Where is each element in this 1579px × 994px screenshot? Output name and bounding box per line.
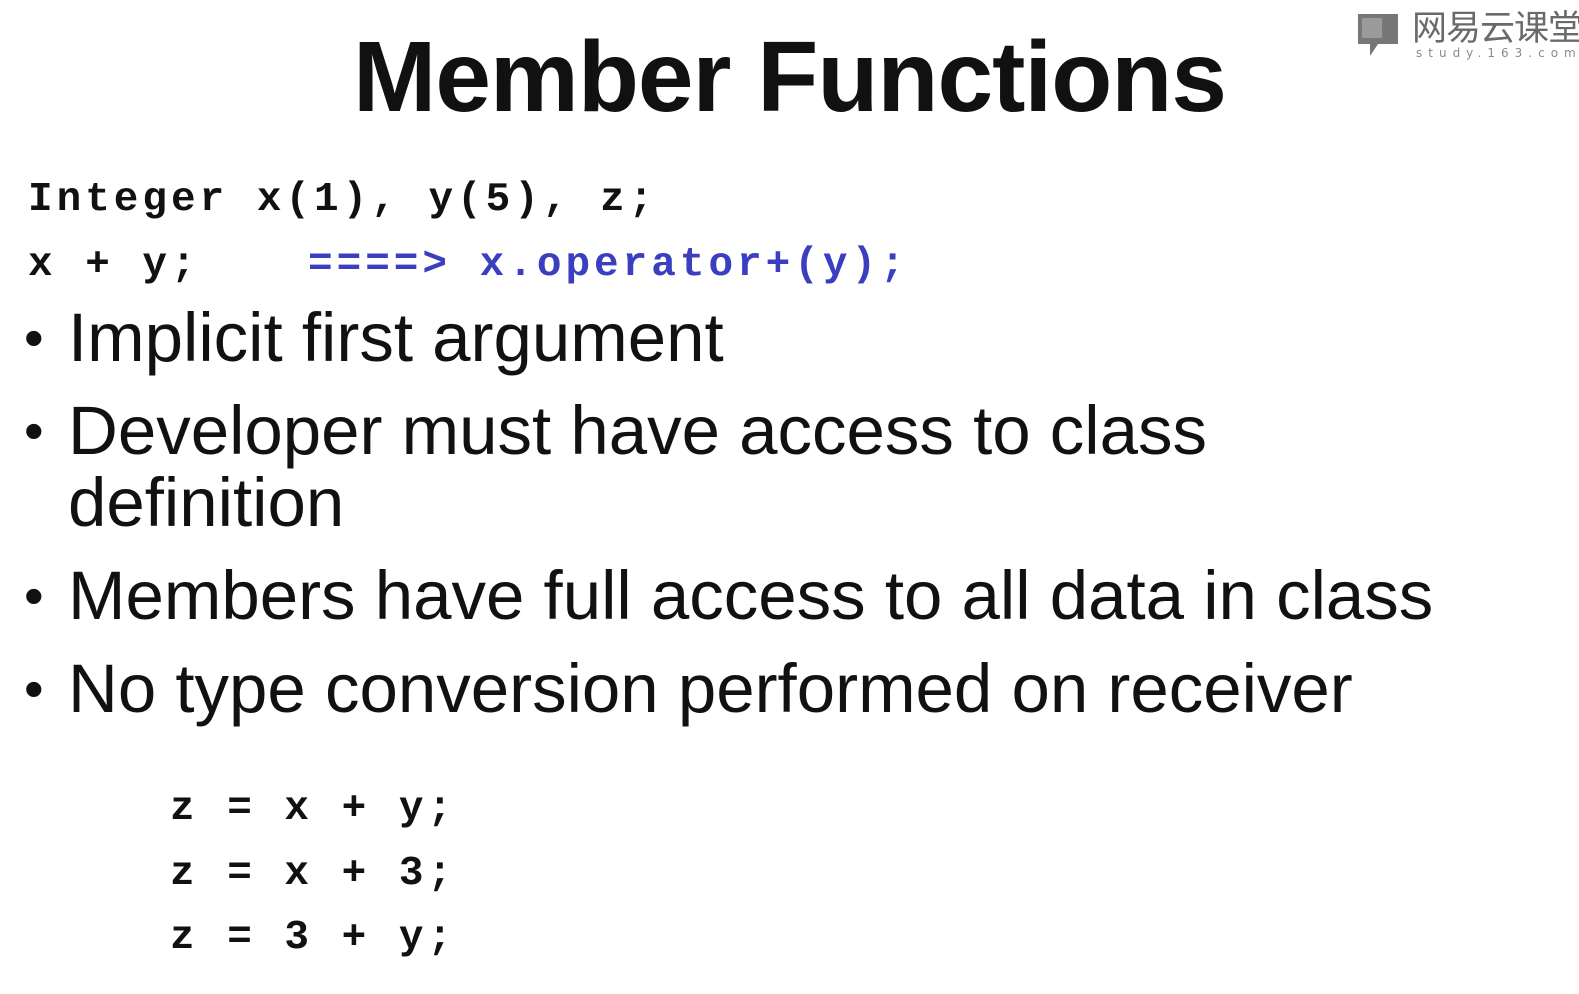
bullet-dot: • [24,399,44,462]
bullet-item: • No type conversion performed on receiv… [20,653,1560,725]
slide: Member Functions 网易云课堂 study.163.com Int… [0,0,1579,994]
bullet-item: • Members have full access to all data i… [20,560,1560,632]
code-line-declaration: Integer x(1), y(5), z; [28,177,658,223]
bullet-text: Members have full access to all data in … [68,557,1434,634]
code-line-operator: x + y; [28,241,200,289]
chat-bubble-logo-icon [1358,14,1398,56]
watermark-subtext: study.163.com [1416,46,1579,60]
bullet-item: • Implicit first argument [20,302,1560,374]
bullet-list: • Implicit first argument • Developer mu… [20,302,1560,746]
slide-title: Member Functions [353,21,1227,133]
code-example-1: z = x + y; [170,786,457,832]
code-example-2: z = x + 3; [170,851,457,897]
bullet-dot: • [24,657,44,720]
bullet-item: • Developer must have access to class de… [20,395,1358,539]
code-example-3: z = 3 + y; [170,915,457,961]
bullet-text: No type conversion performed on receiver [68,650,1353,727]
bullet-dot: • [24,306,44,369]
arrow-symbol: ====> [308,242,452,288]
code-expression: x + y; [28,242,200,288]
code-rewrite: x.operator+(y); [479,242,909,288]
bullet-text: Developer must have access to class defi… [68,392,1208,541]
code-arrow-line: ====> x.operator+(y); [308,241,909,289]
watermark-logo: 网易云课堂 study.163.com [1352,8,1579,64]
watermark-text: 网易云课堂 [1412,9,1579,49]
bullet-text: Implicit first argument [68,299,724,376]
bullet-dot: • [24,564,44,627]
